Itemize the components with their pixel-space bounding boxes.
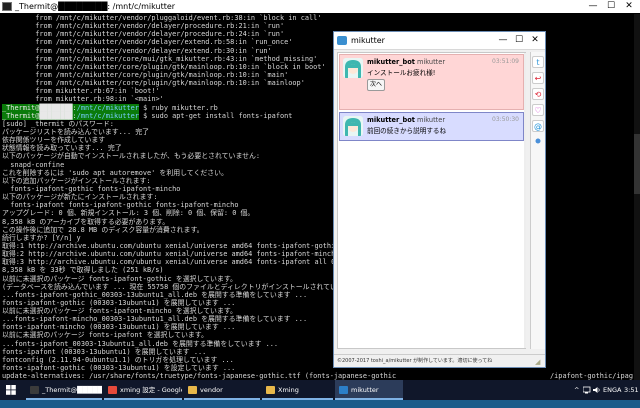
timeline-scrollbar[interactable] xyxy=(524,53,526,348)
resize-grip-icon[interactable]: ◢ xyxy=(535,358,543,366)
taskbar-app-icon xyxy=(339,386,348,394)
mention-icon[interactable]: @ xyxy=(532,120,544,132)
tweet-timestamp[interactable]: 03:51:09 xyxy=(492,58,519,65)
terminal-scrollbar[interactable] xyxy=(634,14,640,380)
taskbar-app-icon xyxy=(266,386,275,394)
taskbar-item[interactable]: Xming xyxy=(262,380,333,400)
taskbar: _Thermit@████████ xming 設定 - Google... ven… xyxy=(0,380,640,400)
terminal-titlebar[interactable]: _Thermit@████████: /mnt/c/mikutter — ☐ ✕ xyxy=(0,0,640,13)
tweet-text: インストールお疲れ様! xyxy=(367,69,436,77)
status-bar: ©2007-2017 toshi_a/mikutter が制作しています。適切に… xyxy=(334,354,545,367)
terminal-line: from /mnt/c/mikutter/vendor/delayer/proc… xyxy=(2,22,285,31)
avatar[interactable] xyxy=(343,116,363,136)
close-button[interactable]: ✕ xyxy=(620,0,638,13)
mikutter-window[interactable]: mikutter — ☐ ✕ mikutter_bot mikutter 03:… xyxy=(333,31,546,368)
dot-icon xyxy=(532,136,544,148)
status-text: ©2007-2017 toshi_a/mikutter が制作しています。適切に… xyxy=(337,358,493,364)
clock[interactable]: 3:51 xyxy=(624,380,639,400)
tab-sidebar[interactable]: t ↩ ⟲ ♡ @ xyxy=(530,52,545,349)
prompt-path: /mnt/c/mikutter xyxy=(76,103,139,112)
prompt-command: $ ruby mikutter.rb xyxy=(143,103,218,112)
terminal-line-tail: /ipafont-gothic/ipag.ttf xyxy=(550,372,638,380)
twitter-icon[interactable]: t xyxy=(532,56,544,68)
volume-icon[interactable] xyxy=(593,380,601,400)
terminal-title: _Thermit@████████: /mnt/c/mikutter xyxy=(15,2,176,11)
tweet-item[interactable]: mikutter_bot mikutter 03:50:30 前回の続きから説明… xyxy=(339,112,524,141)
start-button[interactable] xyxy=(0,380,22,400)
taskbar-item[interactable]: mikutter xyxy=(335,380,403,400)
maximize-button[interactable]: ☐ xyxy=(602,0,620,13)
mikutter-titlebar[interactable]: mikutter — ☐ ✕ xyxy=(334,32,545,50)
tweet-text: 前回の続きから説明するね xyxy=(367,127,447,135)
terminal-line: from /mnt/c/mikutter/vendor/pluggaloid/e… xyxy=(2,14,322,22)
tweet-timestamp[interactable]: 03:50:30 xyxy=(492,116,519,123)
retweet-icon[interactable]: ⟲ xyxy=(532,88,544,100)
language-indicator[interactable]: ENG xyxy=(603,380,617,400)
taskbar-item-label: _Thermit@████████ xyxy=(42,386,102,394)
prompt-path: /mnt/c/mikutter xyxy=(76,111,139,120)
miku-avatar-icon xyxy=(343,58,363,78)
tweet-item[interactable]: mikutter_bot mikutter 03:51:09 インストールお疲れ… xyxy=(339,54,524,110)
terminal-line: update-alternatives: /usr/share/fonts/tr… xyxy=(2,372,638,380)
timeline[interactable]: mikutter_bot mikutter 03:51:09 インストールお疲れ… xyxy=(337,52,526,349)
prompt-user: _Thermit@████████ xyxy=(2,103,73,112)
miku-avatar-icon xyxy=(343,116,363,136)
mikutter-title: mikutter xyxy=(351,36,385,45)
avatar[interactable] xyxy=(343,58,363,78)
terminal-icon xyxy=(2,2,12,11)
terminal-scroll-thumb[interactable] xyxy=(634,134,640,194)
taskbar-app-icon xyxy=(188,386,197,394)
minimize-button[interactable]: — xyxy=(584,0,602,13)
tweet-username[interactable]: mikutter_bot mikutter xyxy=(367,116,445,124)
favorite-icon[interactable]: ♡ xyxy=(532,104,544,116)
mikutter-maximize-button[interactable]: ☐ xyxy=(511,32,527,49)
prompt-user: _Thermit@████████ xyxy=(2,111,73,120)
reply-icon[interactable]: ↩ xyxy=(532,72,544,84)
taskbar-app-icon xyxy=(30,386,39,394)
next-button[interactable]: 次へ xyxy=(367,79,385,91)
tweet-username[interactable]: mikutter_bot mikutter xyxy=(367,58,445,66)
taskbar-item-label: xming 設定 - Google... xyxy=(120,386,182,394)
prompt-command: $ sudo apt-get install fonts-ipafont xyxy=(143,111,293,120)
taskbar-item[interactable]: xming 設定 - Google... xyxy=(104,380,182,400)
network-icon[interactable] xyxy=(582,380,591,400)
taskbar-item-label: Xming xyxy=(278,386,299,394)
tray-overflow-icon[interactable]: ^ xyxy=(574,380,579,400)
windows-logo-icon xyxy=(6,385,16,395)
ime-indicator[interactable]: A xyxy=(617,380,621,400)
mikutter-app-icon xyxy=(337,36,347,45)
taskbar-item[interactable]: _Thermit@████████ xyxy=(26,380,102,400)
mikutter-minimize-button[interactable]: — xyxy=(495,32,511,49)
mikutter-close-button[interactable]: ✕ xyxy=(527,32,543,49)
taskbar-item[interactable]: vendor xyxy=(184,380,260,400)
taskbar-app-icon xyxy=(108,386,117,394)
taskbar-item-label: mikutter xyxy=(351,386,379,394)
taskbar-item-label: vendor xyxy=(200,386,223,394)
